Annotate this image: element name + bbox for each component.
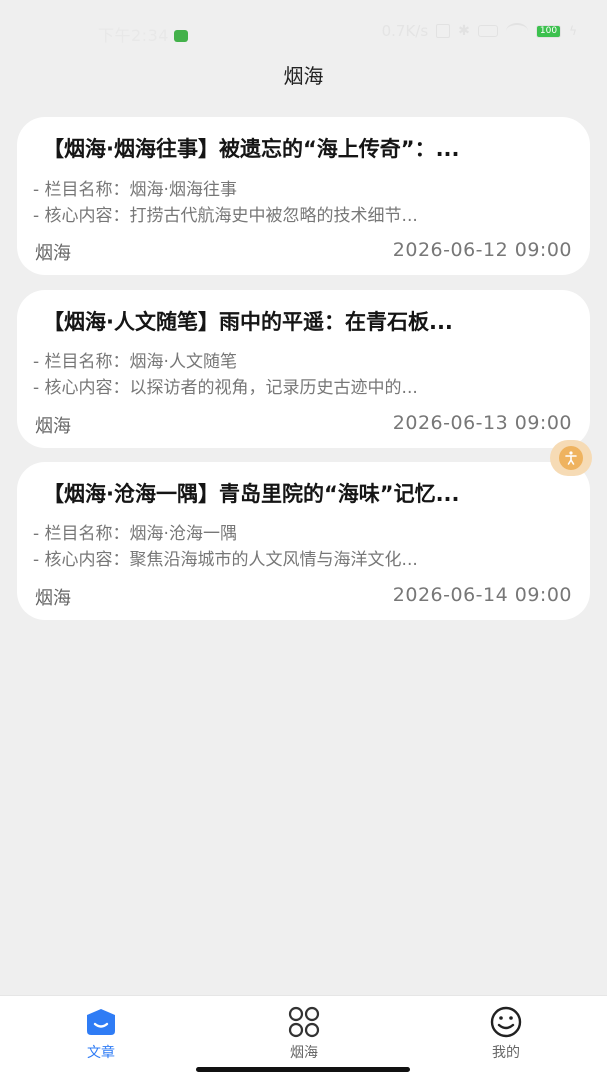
net-speed: 0.7K/s — [381, 22, 429, 40]
wifi-icon — [505, 23, 528, 39]
article-column: - 栏目名称：烟海·人文随笔 — [33, 352, 237, 372]
article-summary: - 核心内容：打捞古代航海史中被忽略的技术细节... — [33, 206, 418, 226]
accessibility-float-button[interactable] — [550, 440, 592, 476]
clock-text: 下午2:34 — [98, 26, 169, 45]
article-source: 烟海 — [35, 588, 71, 609]
article-card[interactable]: 【烟海·沧海一隅】青岛里院的“海味”记忆... - 栏目名称：烟海·沧海一隅 -… — [17, 462, 590, 620]
accessibility-icon — [559, 446, 583, 470]
status-indicators: 0.7K/s ✱ 100 ϟ — [382, 22, 577, 40]
article-title: 【烟海·烟海往事】被遗忘的“海上传奇”：... — [43, 137, 460, 161]
hd-icon — [436, 24, 451, 38]
grid-icon — [288, 1006, 320, 1038]
article-date: 2026-06-14 09:00 — [392, 584, 572, 606]
article-source: 烟海 — [35, 416, 71, 437]
article-column: - 栏目名称：烟海·沧海一隅 — [33, 524, 237, 544]
article-card[interactable]: 【烟海·烟海往事】被遗忘的“海上传奇”：... - 栏目名称：烟海·烟海往事 -… — [17, 117, 590, 275]
article-title: 【烟海·沧海一隅】青岛里院的“海味”记忆... — [43, 482, 460, 506]
tab-yanhai[interactable]: 烟海 — [244, 1006, 364, 1062]
article-date: 2026-06-13 09:00 — [392, 412, 572, 434]
article-summary: - 核心内容：聚焦沿海城市的人文风情与海洋文化... — [33, 550, 418, 570]
article-icon — [87, 1009, 115, 1035]
article-card[interactable]: 【烟海·人文随笔】雨中的平遥：在青石板... - 栏目名称：烟海·人文随笔 - … — [17, 290, 590, 448]
article-summary: - 核心内容：以探访者的视角，记录历史古迹中的... — [33, 378, 418, 398]
battery-icon: 100 — [535, 24, 562, 38]
tab-label: 文章 — [87, 1045, 115, 1061]
page-title: 烟海 — [283, 64, 324, 88]
article-date: 2026-06-12 09:00 — [392, 239, 572, 261]
signal-icon — [477, 25, 498, 37]
article-title: 【烟海·人文随笔】雨中的平遥：在青石板... — [43, 310, 453, 334]
home-indicator[interactable] — [196, 1067, 410, 1072]
tab-label: 我的 — [492, 1045, 520, 1061]
charging-icon: ϟ — [569, 24, 577, 38]
article-column: - 栏目名称：烟海·烟海往事 — [33, 180, 237, 200]
article-source: 烟海 — [35, 243, 71, 264]
smiley-icon — [490, 1006, 522, 1038]
status-bar: 下午2:34 0.7K/s ✱ 100 ϟ — [0, 0, 607, 64]
tab-articles[interactable]: 文章 — [41, 1006, 161, 1062]
wechat-notification-icon — [173, 30, 188, 42]
bluetooth-icon: ✱ — [458, 23, 470, 39]
tab-mine[interactable]: 我的 — [446, 1006, 566, 1062]
tab-label: 烟海 — [290, 1045, 318, 1061]
status-time: 下午2:34 — [98, 22, 188, 46]
